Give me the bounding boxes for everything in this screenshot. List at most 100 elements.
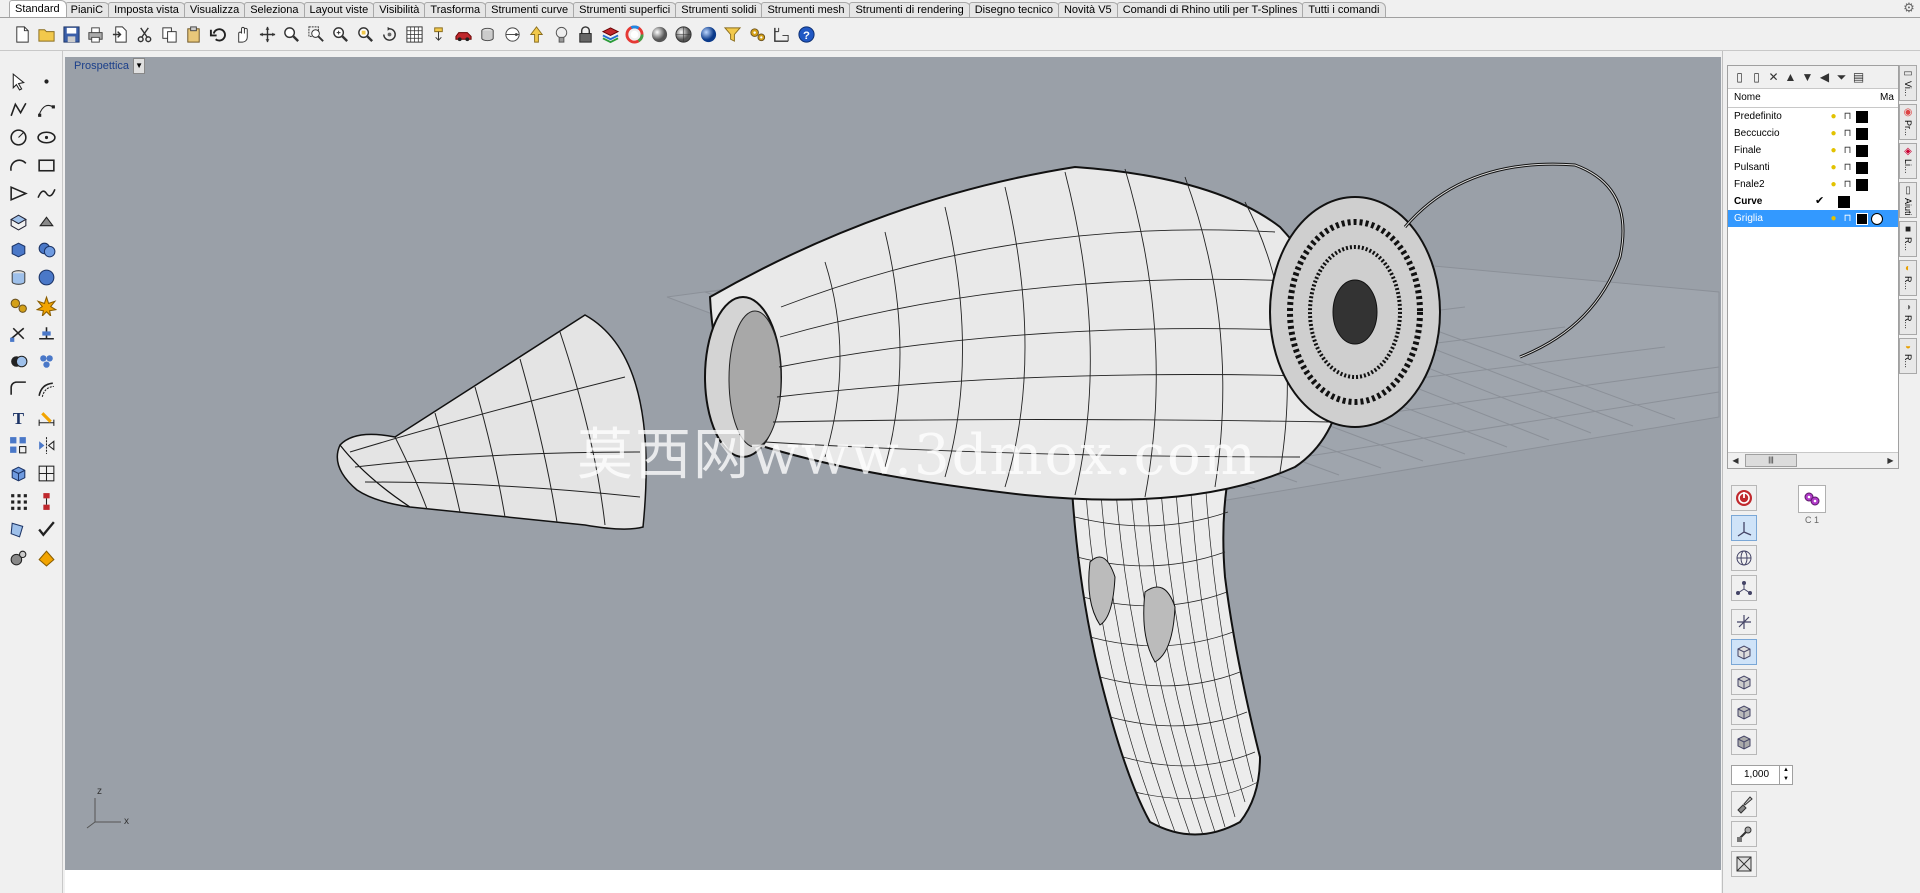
layer-lock-icon[interactable]: ⊓ bbox=[1842, 127, 1853, 140]
extrude-icon[interactable] bbox=[32, 207, 60, 235]
move-axes-icon[interactable] bbox=[1731, 609, 1757, 635]
scroll-right-icon[interactable]: ▶ bbox=[1883, 453, 1898, 468]
scroll-thumb[interactable]: ||| bbox=[1745, 454, 1797, 467]
free-curve-icon[interactable] bbox=[32, 179, 60, 207]
layer-visibility-bulb-icon[interactable]: ● bbox=[1828, 212, 1839, 225]
rectangle-icon[interactable] bbox=[32, 151, 60, 179]
layer-color-swatch[interactable] bbox=[1856, 111, 1868, 123]
sphere-tool-icon[interactable] bbox=[32, 263, 60, 291]
brush-icon[interactable] bbox=[1731, 791, 1757, 817]
shaded-sphere-icon[interactable] bbox=[672, 22, 696, 46]
polygon-icon[interactable] bbox=[4, 179, 32, 207]
viewport-title-label[interactable]: Prospettica bbox=[65, 60, 133, 72]
toolbar-tab-visualizza[interactable]: Visualizza bbox=[183, 2, 247, 17]
filter-icon[interactable]: ⏷ bbox=[1833, 68, 1850, 86]
check-icon[interactable] bbox=[32, 515, 60, 543]
cylinder-tool-icon[interactable] bbox=[4, 263, 32, 291]
toolbar-tab-disegno-tecnico[interactable]: Disegno tecnico bbox=[968, 2, 1060, 17]
toolbar-tab-layout-viste[interactable]: Layout viste bbox=[303, 2, 376, 17]
side-tab[interactable]: ◉ Pr... bbox=[1899, 104, 1917, 140]
cage-icon[interactable] bbox=[32, 459, 60, 487]
gumball-axis-icon[interactable] bbox=[1731, 515, 1757, 541]
scale-input[interactable]: 1,000 ▲ ▼ bbox=[1731, 765, 1793, 785]
import-icon[interactable] bbox=[108, 22, 132, 46]
layer-visibility-bulb-icon[interactable]: ● bbox=[1828, 161, 1839, 174]
pan-icon[interactable] bbox=[231, 22, 255, 46]
toolbar-tab-strumenti-di-rendering[interactable]: Strumenti di rendering bbox=[849, 2, 971, 17]
toolbar-tab-novit-v5[interactable]: Novità V5 bbox=[1057, 2, 1119, 17]
split-icon[interactable] bbox=[32, 319, 60, 347]
move-left-icon[interactable]: ◀ bbox=[1816, 68, 1833, 86]
box-icon[interactable] bbox=[4, 235, 32, 263]
select-all-icon[interactable] bbox=[427, 22, 451, 46]
delete-icon[interactable]: ✕ bbox=[1765, 68, 1782, 86]
rotate-icon[interactable] bbox=[378, 22, 402, 46]
select-arrow-icon[interactable] bbox=[4, 67, 32, 95]
layer-lock-icon[interactable]: ⊓ bbox=[1842, 178, 1853, 191]
move-up-icon[interactable]: ▲ bbox=[1782, 68, 1799, 86]
zoom-icon[interactable] bbox=[280, 22, 304, 46]
copy-icon[interactable] bbox=[157, 22, 181, 46]
toolbar-tab-pianic[interactable]: PianiC bbox=[64, 2, 111, 17]
toolbar-tab-strumenti-curve[interactable]: Strumenti curve bbox=[485, 2, 576, 17]
layer-lock-icon[interactable]: ⊓ bbox=[1842, 110, 1853, 123]
cut-icon[interactable] bbox=[133, 22, 157, 46]
layer-visibility-bulb-icon[interactable]: ● bbox=[1828, 110, 1839, 123]
toolbar-tab-tutti-i-comandi[interactable]: Tutti i comandi bbox=[1302, 2, 1387, 17]
surface-points-icon[interactable] bbox=[4, 207, 32, 235]
point-icon[interactable] bbox=[32, 67, 60, 95]
cylinder-icon[interactable] bbox=[476, 22, 500, 46]
layer-color-swatch[interactable] bbox=[1856, 162, 1868, 174]
zoom-window-icon[interactable] bbox=[304, 22, 328, 46]
side-tab[interactable]: ▭ Vi... bbox=[1899, 65, 1917, 101]
mirror-icon[interactable] bbox=[32, 431, 60, 459]
toolbar-tab-trasforma[interactable]: Trasforma bbox=[424, 2, 488, 17]
c1-item[interactable]: C 1 bbox=[1797, 485, 1827, 525]
layer-visibility-bulb-icon[interactable]: ● bbox=[1828, 127, 1839, 140]
bulb-icon[interactable] bbox=[549, 22, 573, 46]
curve-points-icon[interactable] bbox=[32, 95, 60, 123]
boolean-icon[interactable] bbox=[4, 347, 32, 375]
toolbar-tab-strumenti-solidi[interactable]: Strumenti solidi bbox=[675, 2, 764, 17]
nodes-icon[interactable] bbox=[1731, 575, 1757, 601]
perspective-viewport[interactable]: 莫西网www.3dmox.com z x bbox=[65, 57, 1721, 870]
toolbar-tab-seleziona[interactable]: Seleziona bbox=[244, 2, 306, 17]
layer-visibility-bulb-icon[interactable]: ● bbox=[1828, 144, 1839, 157]
options-icon[interactable] bbox=[745, 22, 769, 46]
side-tab[interactable]: ◐ R... bbox=[1899, 260, 1917, 296]
paste-icon[interactable] bbox=[182, 22, 206, 46]
layer-row[interactable]: Fnale2 ● ⊓ bbox=[1728, 176, 1898, 193]
cube-icon[interactable] bbox=[1731, 639, 1757, 665]
car-icon[interactable] bbox=[451, 22, 475, 46]
layer-row[interactable]: Finale ● ⊓ bbox=[1728, 142, 1898, 159]
layer-color-swatch[interactable] bbox=[1856, 128, 1868, 140]
cube-side-icon[interactable] bbox=[1731, 699, 1757, 725]
offset-icon[interactable] bbox=[32, 375, 60, 403]
zoom-selected-icon[interactable] bbox=[353, 22, 377, 46]
save-icon[interactable] bbox=[59, 22, 83, 46]
viewport-title[interactable]: Prospettica ▼ bbox=[65, 57, 146, 75]
grid-snap-icon[interactable] bbox=[770, 22, 794, 46]
new-sublayer-icon[interactable]: ▯ bbox=[1748, 68, 1765, 86]
layer-color-swatch[interactable] bbox=[1856, 145, 1868, 157]
layer-material-icon[interactable] bbox=[1871, 213, 1883, 225]
toolbar-tab-strumenti-superfici[interactable]: Strumenti superfici bbox=[573, 2, 678, 17]
arc-icon[interactable] bbox=[4, 151, 32, 179]
side-tab[interactable]: ◈ Li... bbox=[1899, 143, 1917, 179]
tools-icon[interactable] bbox=[1731, 821, 1757, 847]
layer-color-swatch[interactable] bbox=[1856, 179, 1868, 191]
layer-row[interactable]: Pulsanti ● ⊓ bbox=[1728, 159, 1898, 176]
toolbar-tab-imposta-vista[interactable]: Imposta vista bbox=[108, 2, 186, 17]
layer-row[interactable]: Griglia ● ⊓ bbox=[1728, 210, 1898, 227]
material-icon[interactable] bbox=[32, 543, 60, 571]
side-tab[interactable]: ◒ R... bbox=[1899, 338, 1917, 374]
toolbar-tab-strumenti-mesh[interactable]: Strumenti mesh bbox=[761, 2, 852, 17]
render-icon[interactable] bbox=[4, 543, 32, 571]
polyline-icon[interactable] bbox=[4, 95, 32, 123]
column-name-header[interactable]: Nome bbox=[1734, 89, 1761, 107]
scroll-left-icon[interactable]: ◀ bbox=[1728, 453, 1743, 468]
side-tab[interactable]: ▯ Aiuti bbox=[1899, 182, 1917, 218]
scale-spinner-icon[interactable]: ▲ ▼ bbox=[1779, 766, 1792, 784]
trim-icon[interactable] bbox=[4, 319, 32, 347]
side-tab[interactable]: ■ R... bbox=[1899, 221, 1917, 257]
